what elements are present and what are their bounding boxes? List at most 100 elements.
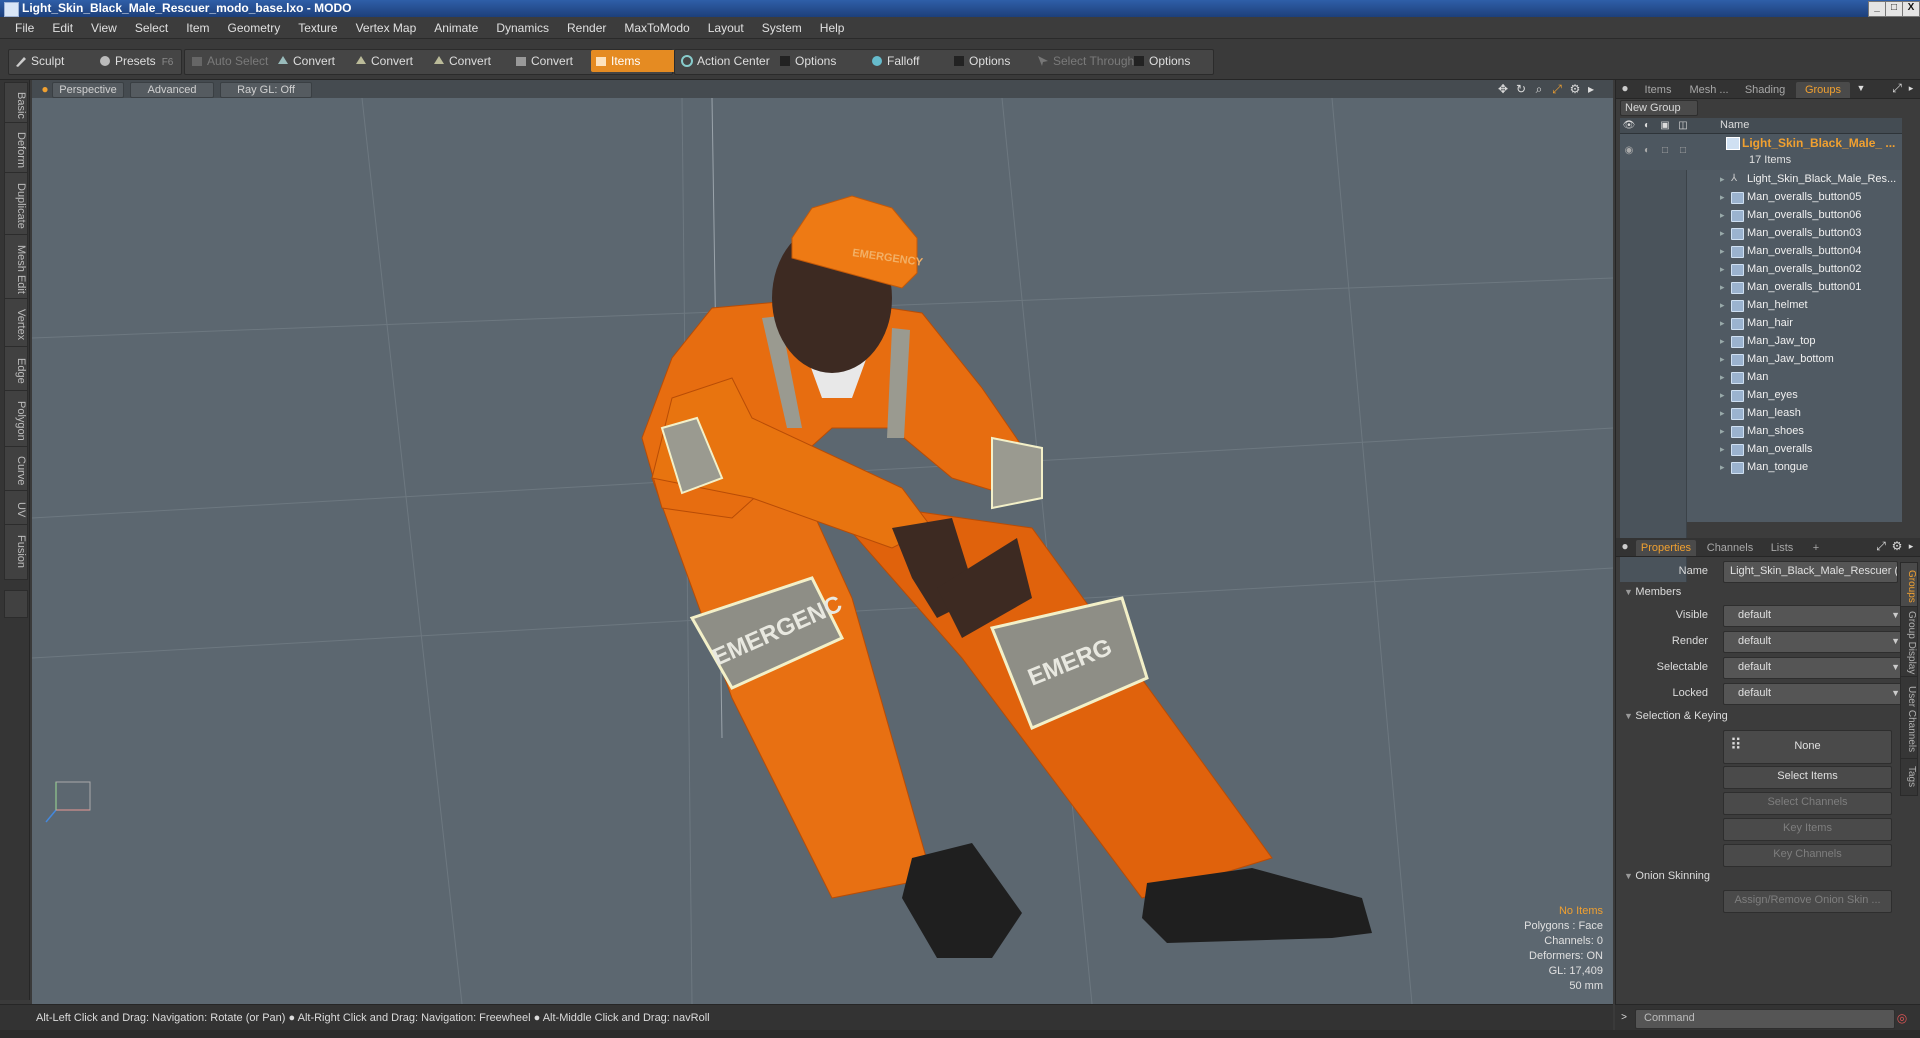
list-item[interactable]: ▸ Man_overalls_button02 — [1620, 260, 1902, 278]
selection-keying-section[interactable]: ▼ Selection & Keying — [1624, 710, 1728, 722]
rotate-icon[interactable]: ↻ — [1514, 82, 1528, 96]
tab-mesh-edit[interactable]: Mesh Edit — [4, 234, 28, 304]
key-items-button[interactable]: Key Items — [1723, 818, 1892, 841]
group-visibility-icon[interactable]: ◉ — [1622, 144, 1636, 158]
list-item[interactable]: ▸ Man_overalls_button04 — [1620, 242, 1902, 260]
menu-view[interactable]: View — [82, 21, 126, 35]
tab-lists[interactable]: Lists — [1762, 540, 1802, 556]
maximize-button[interactable]: □ — [1885, 1, 1903, 17]
tab-channels[interactable]: Channels — [1702, 540, 1758, 556]
sculpt-button[interactable]: Sculpt — [11, 50, 107, 72]
side-tab-group-display[interactable]: Group Display — [1900, 606, 1918, 680]
pan-icon[interactable]: ✥ — [1496, 82, 1510, 96]
fit-icon[interactable]: ⤢ — [1550, 82, 1564, 96]
menu-file[interactable]: File — [6, 21, 43, 35]
list-item[interactable]: ▸ Man_tongue — [1620, 458, 1902, 476]
list-item[interactable]: ▸ Man_eyes — [1620, 386, 1902, 404]
properties-gear-icon[interactable]: ⚙ — [1890, 539, 1904, 553]
settings-gear-icon[interactable]: ⚙ — [1568, 82, 1582, 96]
select-options-button[interactable]: Options — [1129, 50, 1229, 72]
tabs-dropdown-icon[interactable]: ▼ — [1854, 81, 1868, 95]
locked-select[interactable]: default ▼ — [1723, 683, 1906, 705]
tab-edge[interactable]: Edge — [4, 346, 28, 396]
properties-maximize-icon[interactable]: ⤢ — [1874, 539, 1888, 553]
close-button[interactable]: X — [1902, 1, 1920, 17]
list-item[interactable]: ▸ Man — [1620, 368, 1902, 386]
items-mode-button[interactable]: Items — [591, 50, 687, 72]
add-tab-button[interactable]: + — [1806, 540, 1826, 556]
menu-render[interactable]: Render — [558, 21, 615, 35]
list-item[interactable]: ▸ Man_hair — [1620, 314, 1902, 332]
visible-select[interactable]: default ▼ — [1723, 605, 1906, 627]
menu-texture[interactable]: Texture — [289, 21, 346, 35]
3d-viewport[interactable]: ● Perspective Advanced Ray GL: Off ✥ ↻ ⌕… — [32, 80, 1613, 1004]
viewport-menu-icon[interactable]: ● — [38, 82, 52, 96]
panel-menu-icon[interactable]: ● — [1618, 81, 1632, 95]
perspective-tab[interactable]: Perspective — [52, 82, 124, 98]
select-items-button[interactable]: Select Items — [1723, 766, 1892, 789]
menu-dynamics[interactable]: Dynamics — [487, 21, 558, 35]
side-tab-user-channels[interactable]: User Channels — [1900, 676, 1918, 762]
command-expand-icon[interactable]: > — [1617, 1011, 1631, 1025]
select-channels-button[interactable]: Select Channels — [1723, 792, 1892, 815]
group-render-icon[interactable]: ◐ — [1640, 144, 1654, 158]
list-item[interactable]: ▸ Man_Jaw_bottom — [1620, 350, 1902, 368]
panel-arrow-icon[interactable]: ▸ — [1904, 81, 1918, 95]
tab-mesh[interactable]: Mesh ... — [1684, 82, 1734, 98]
list-item[interactable]: ▸ Man_shoes — [1620, 422, 1902, 440]
visibility-eye-icon[interactable]: 👁 — [1622, 119, 1636, 133]
raygl-tab[interactable]: Ray GL: Off — [220, 82, 312, 98]
properties-menu-icon[interactable]: ● — [1618, 539, 1632, 553]
zoom-icon[interactable]: ⌕ — [1532, 82, 1546, 96]
name-input[interactable]: Light_Skin_Black_Male_Rescuer ( — [1723, 561, 1898, 583]
onion-skin-button[interactable]: Assign/Remove Onion Skin ... — [1723, 890, 1892, 913]
new-group-button[interactable]: New Group — [1620, 100, 1698, 116]
key-channels-button[interactable]: Key Channels — [1723, 844, 1892, 867]
group-row[interactable]: ◉ ◐ □ □ Light_Skin_Black_Male_ ... 17 It… — [1620, 134, 1902, 170]
tab-collapse[interactable] — [4, 590, 28, 618]
minimize-button[interactable]: _ — [1868, 1, 1886, 17]
tab-properties[interactable]: Properties — [1636, 540, 1696, 556]
list-item[interactable]: ▸ Man_overalls_button03 — [1620, 224, 1902, 242]
tab-items[interactable]: Items — [1636, 82, 1680, 98]
render-select[interactable]: default ▼ — [1723, 631, 1906, 653]
list-item[interactable]: ▸ Man_overalls_button01 — [1620, 278, 1902, 296]
list-item[interactable]: ▸ Man_Jaw_top — [1620, 332, 1902, 350]
menu-layout[interactable]: Layout — [699, 21, 753, 35]
select-icon[interactable]: ◫ — [1676, 119, 1690, 133]
column-name-header[interactable]: Name — [1720, 119, 1749, 131]
menu-geometry[interactable]: Geometry — [219, 21, 290, 35]
menu-maxtomodo[interactable]: MaxToModo — [615, 21, 698, 35]
tab-polygon[interactable]: Polygon — [4, 390, 28, 452]
list-item[interactable]: ▸ Man_leash — [1620, 404, 1902, 422]
onion-skinning-section[interactable]: ▼ Onion Skinning — [1624, 870, 1710, 882]
maximize-panel-icon[interactable]: ⤢ — [1890, 81, 1904, 95]
tab-curve[interactable]: Curve — [4, 446, 28, 496]
menu-edit[interactable]: Edit — [43, 21, 82, 35]
list-item[interactable]: ▸ Man_helmet — [1620, 296, 1902, 314]
tab-duplicate[interactable]: Duplicate — [4, 172, 28, 240]
list-item[interactable]: ▸ Man_overalls_button06 — [1620, 206, 1902, 224]
side-tab-groups[interactable]: Groups — [1900, 562, 1918, 610]
menu-select[interactable]: Select — [126, 21, 177, 35]
menu-item[interactable]: Item — [177, 21, 218, 35]
render-icon[interactable]: ◐ — [1640, 119, 1654, 133]
lock-icon[interactable]: ▣ — [1658, 119, 1672, 133]
group-lock-icon[interactable]: □ — [1658, 144, 1672, 158]
group-select-icon[interactable]: □ — [1676, 144, 1690, 158]
action-options-button[interactable]: Options — [775, 50, 881, 72]
selectable-select[interactable]: default ▼ — [1723, 657, 1906, 679]
properties-arrow-icon[interactable]: ▸ — [1904, 539, 1918, 553]
expand-arrow-icon[interactable]: ▸ — [1584, 82, 1598, 96]
menu-vertex-map[interactable]: Vertex Map — [347, 21, 426, 35]
members-section[interactable]: ▼ Members — [1624, 586, 1681, 598]
tab-shading[interactable]: Shading — [1738, 82, 1792, 98]
tab-deform[interactable]: Deform — [4, 122, 28, 178]
list-item[interactable]: ▸ Man_overalls — [1620, 440, 1902, 458]
command-input[interactable]: Command — [1635, 1009, 1895, 1029]
none-button[interactable]: ⠿ None — [1723, 730, 1892, 764]
list-item[interactable]: ▸ Man_overalls_button05 — [1620, 188, 1902, 206]
menu-animate[interactable]: Animate — [425, 21, 487, 35]
menu-system[interactable]: System — [753, 21, 811, 35]
side-tab-tags[interactable]: Tags — [1900, 758, 1918, 796]
